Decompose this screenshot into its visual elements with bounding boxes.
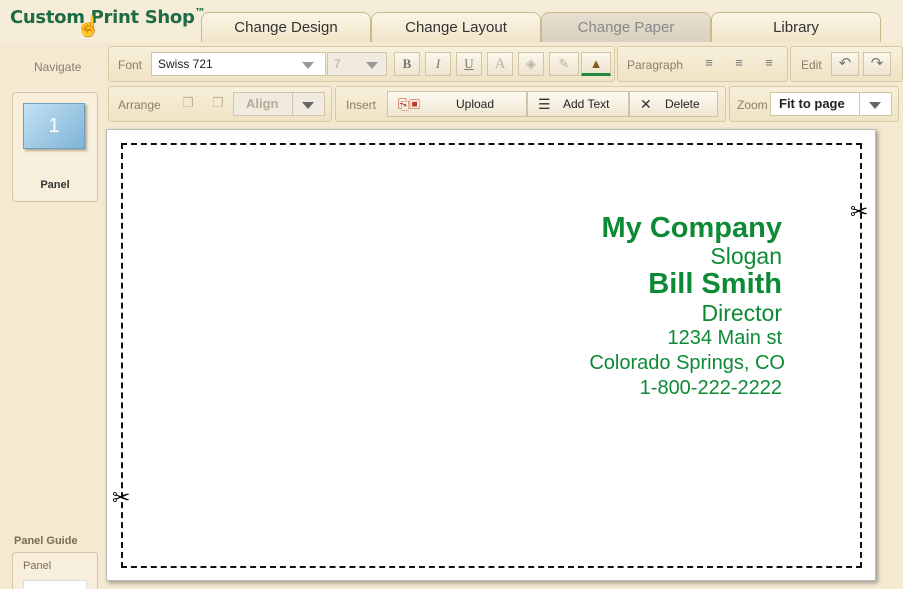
close-icon: ✕ <box>640 96 652 112</box>
zoom-label: Zoom <box>737 98 768 112</box>
add-text-button[interactable]: ☰ Add Text <box>527 91 629 117</box>
panel-label: Panel <box>40 179 70 191</box>
slogan-text[interactable]: Slogan <box>589 244 782 268</box>
delete-button[interactable]: ✕ Delete <box>629 91 718 117</box>
chevron-down-icon <box>302 102 314 109</box>
text-icon: ☰ <box>538 96 551 112</box>
zoom-group: Zoom Fit to page <box>729 86 899 122</box>
chevron-down-icon <box>366 62 378 69</box>
panel-guide-thumbnail[interactable] <box>23 580 87 589</box>
phone-text[interactable]: 1-800-222-2222 <box>589 376 782 401</box>
edit-group: Edit ↶ ↷ <box>790 46 903 82</box>
align-center-icon[interactable]: ≡ <box>726 52 752 76</box>
upload-button[interactable]: ⎘▣ Upload <box>387 91 527 117</box>
panel-guide-item-label: Panel <box>23 560 52 572</box>
app-logo[interactable]: Custom Print Shop™ <box>10 6 206 28</box>
design-canvas[interactable]: ✂ ✂ My Company Slogan Bill Smith Directo… <box>106 129 876 581</box>
color-drop-icon[interactable]: ▲ <box>581 52 611 76</box>
toolbar: Font Swiss 721 7 B I U A ◈ ✎ ▲ Paragraph… <box>104 42 903 124</box>
chevron-down-icon <box>869 102 881 109</box>
font-family-select[interactable]: Swiss 721 <box>151 52 326 76</box>
hand-cursor-icon: ☝ <box>76 16 101 38</box>
card-text-block[interactable]: My Company Slogan Bill Smith Director 12… <box>589 212 785 401</box>
align-right-icon[interactable]: ≡ <box>756 52 782 76</box>
align-select[interactable]: Align <box>233 92 325 116</box>
arrange-group: Arrange ❐ ❐ Align <box>108 86 332 122</box>
font-size-select[interactable]: 7 <box>327 52 387 76</box>
align-left-icon[interactable]: ≡ <box>696 52 722 76</box>
insert-group: Insert ⎘▣ Upload ☰ Add Text ✕ Delete <box>335 86 726 122</box>
chevron-down-icon <box>302 62 314 69</box>
panel-thumbnail[interactable]: 1 <box>23 103 85 149</box>
font-group: Font Swiss 721 7 B I U A ◈ ✎ ▲ <box>108 46 615 82</box>
tab-change-layout[interactable]: Change Layout <box>371 12 541 42</box>
send-backward-icon[interactable]: ❐ <box>205 92 231 116</box>
underline-button[interactable]: U <box>456 52 482 76</box>
tab-library[interactable]: Library <box>711 12 881 42</box>
paragraph-group: Paragraph ≡ ≡ ≡ <box>617 46 788 82</box>
street-text[interactable]: 1234 Main st <box>589 326 782 351</box>
job-title-text[interactable]: Director <box>589 300 782 326</box>
undo-icon[interactable]: ↶ <box>831 52 859 76</box>
insert-label: Insert <box>346 98 377 112</box>
header: Custom Print Shop™ ☝ Change Design Chang… <box>0 0 903 42</box>
paragraph-label: Paragraph <box>627 58 684 72</box>
zoom-select[interactable]: Fit to page <box>770 92 892 116</box>
panel-card[interactable]: 1 Panel <box>12 92 98 202</box>
pdf-image-icon: ⎘▣ <box>398 96 420 112</box>
panel-guide-card[interactable]: Panel <box>12 552 98 589</box>
edit-label: Edit <box>801 58 822 72</box>
navigate-label: Navigate <box>34 60 82 74</box>
redo-icon[interactable]: ↷ <box>863 52 891 76</box>
scissors-icon: ✂ <box>112 485 131 510</box>
pencil-icon[interactable]: ✎ <box>549 52 579 76</box>
bring-forward-icon[interactable]: ❐ <box>175 92 201 116</box>
panel-guide-label: Panel Guide <box>14 535 78 547</box>
tab-change-design[interactable]: Change Design <box>201 12 371 42</box>
arrange-label: Arrange <box>118 98 161 112</box>
divider <box>292 93 293 115</box>
city-text[interactable]: Colorado Springs, CO <box>589 351 785 376</box>
scissors-icon: ✂ <box>850 199 869 224</box>
company-text[interactable]: My Company <box>589 212 782 244</box>
name-text[interactable]: Bill Smith <box>589 268 782 300</box>
divider <box>859 93 860 115</box>
fill-bucket-icon[interactable]: ◈ <box>518 52 544 76</box>
font-label: Font <box>118 58 143 72</box>
tab-change-paper[interactable]: Change Paper <box>541 12 711 42</box>
italic-button[interactable]: I <box>425 52 451 76</box>
bold-button[interactable]: B <box>394 52 420 76</box>
text-color-button[interactable]: A <box>487 52 513 76</box>
